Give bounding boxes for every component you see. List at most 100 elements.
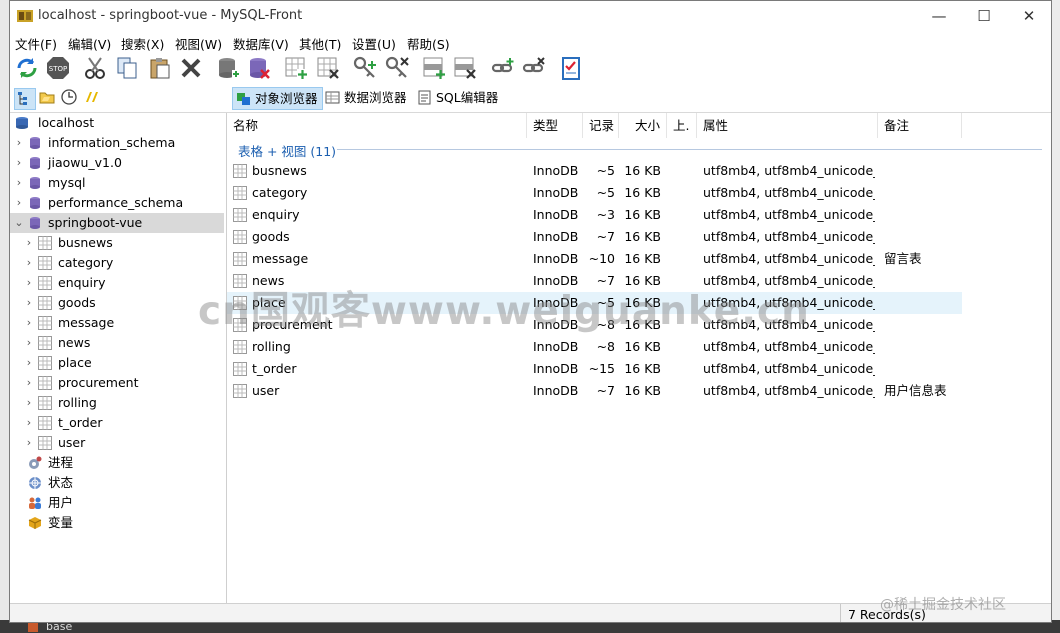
column-size[interactable]: 大小 <box>619 113 667 138</box>
menu-item-3[interactable]: 视图(W) <box>175 34 222 53</box>
tab-object-browser[interactable]: 对象浏览器 <box>232 87 323 110</box>
column-type[interactable]: 类型 <box>527 113 583 138</box>
chevron-right-icon[interactable]: › <box>14 193 24 213</box>
group-header[interactable]: 表格 + 视图 (11) <box>238 141 336 160</box>
window-title: localhost - springboot-vue - MySQL-Front <box>38 8 303 23</box>
toolbar-button-add-link[interactable] <box>490 55 516 81</box>
chevron-down-icon[interactable]: ⌄ <box>14 213 24 233</box>
tree-item-table[interactable]: › procurement <box>10 373 224 393</box>
cell-records: ~15 <box>588 361 615 376</box>
chevron-right-icon[interactable]: › <box>24 253 34 273</box>
tree-item[interactable]: › mysql <box>10 173 224 193</box>
cell-records: ~7 <box>596 229 615 244</box>
chevron-right-icon[interactable]: › <box>24 273 34 293</box>
table-row[interactable]: message InnoDB ~10 16 KB utf8mb4, utf8mb4_un… <box>227 248 962 270</box>
object-list[interactable]: 名称 类型 记录 大小 上. 属性 备注 表格 + 视图 (11) busnew… <box>227 113 1051 603</box>
tree-item-table[interactable]: › message <box>10 313 224 333</box>
close-button[interactable]: ✕ <box>1006 1 1051 32</box>
table-row[interactable]: busnews InnoDB ~5 16 KB utf8mb4, utf8mb4_uni… <box>227 160 962 182</box>
menu-item-4[interactable]: 数据库(V) <box>233 34 289 53</box>
object-tree[interactable]: localhost › information_schema › jiaowu_v1.0… <box>10 113 227 603</box>
menu-item-0[interactable]: 文件(F) <box>15 34 57 53</box>
tree-item[interactable]: 状态 <box>10 473 224 493</box>
menu-item-7[interactable]: 帮助(S) <box>407 34 450 53</box>
toolbar-button-add-database[interactable] <box>215 55 241 81</box>
toolbar-button-drop-field[interactable] <box>452 55 478 81</box>
tree-item-table[interactable]: › user <box>10 433 224 453</box>
column-attributes[interactable]: 属性 <box>697 113 878 138</box>
chevron-right-icon[interactable]: › <box>24 313 34 333</box>
column-name[interactable]: 名称 <box>227 113 527 138</box>
tree-item[interactable]: › performance_schema <box>10 193 224 213</box>
menu-item-2[interactable]: 搜索(X) <box>121 34 164 53</box>
toolbar-button-stop[interactable]: STOP <box>45 55 71 81</box>
column-updated[interactable]: 上. <box>667 113 697 138</box>
tree-item[interactable]: 进程 <box>10 453 224 473</box>
table-row[interactable]: goods InnoDB ~7 16 KB utf8mb4, utf8mb4_unico… <box>227 226 962 248</box>
toolbar-button-delete[interactable] <box>178 55 204 81</box>
cell-type: InnoDB <box>533 361 579 376</box>
chevron-right-icon[interactable]: › <box>24 413 34 433</box>
menu-item-6[interactable]: 设置(U) <box>352 34 396 53</box>
minimize-button[interactable]: — <box>916 1 962 32</box>
table-row[interactable]: enquiry InnoDB ~3 16 KB utf8mb4, utf8mb4_uni… <box>227 204 962 226</box>
tree-item-table[interactable]: › rolling <box>10 393 224 413</box>
toolbar-button-refresh[interactable] <box>14 55 40 81</box>
close-icon: ✕ <box>1022 7 1036 25</box>
chevron-right-icon[interactable]: › <box>24 393 34 413</box>
toolbar-button-paste[interactable] <box>147 55 173 81</box>
toolbar-button-checklist[interactable] <box>558 55 584 81</box>
title-bar[interactable]: localhost - springboot-vue - MySQL-Front… <box>10 1 1051 32</box>
menu-item-1[interactable]: 编辑(V) <box>68 34 111 53</box>
cell-type: InnoDB <box>533 251 579 266</box>
tree-item[interactable]: 变量 <box>10 513 224 533</box>
tree-item-table[interactable]: › enquiry <box>10 273 224 293</box>
maximize-button[interactable]: ☐ <box>961 1 1007 32</box>
bookmarks-button[interactable] <box>38 88 58 108</box>
tree-item[interactable]: › jiaowu_v1.0 <box>10 153 224 173</box>
toolbar-button-copy[interactable] <box>114 55 140 81</box>
tree-item[interactable]: 用户 <box>10 493 224 513</box>
chevron-right-icon[interactable]: › <box>14 133 24 153</box>
toolbar-button-drop-database[interactable] <box>246 55 272 81</box>
tree-item-table[interactable]: › category <box>10 253 224 273</box>
tree-item-table[interactable]: › news <box>10 333 224 353</box>
table-row[interactable]: t_order InnoDB ~15 16 KB utf8mb4, utf8mb4_un… <box>227 358 962 380</box>
menu-item-5[interactable]: 其他(T) <box>299 34 341 53</box>
table-row[interactable]: category InnoDB ~5 16 KB utf8mb4, utf8mb4_un… <box>227 182 962 204</box>
history-button[interactable] <box>60 88 80 108</box>
chevron-right-icon[interactable]: › <box>24 433 34 453</box>
tree-item-table[interactable]: › busnews <box>10 233 224 253</box>
tree-item[interactable]: ⌄ springboot-vue <box>10 213 224 233</box>
object-browser-icon <box>237 93 250 105</box>
tree-item-table[interactable]: › t_order <box>10 413 224 433</box>
chevron-right-icon[interactable]: › <box>14 153 24 173</box>
tree-item-table[interactable]: › place <box>10 353 224 373</box>
toolbar-button-add-field[interactable] <box>421 55 447 81</box>
column-records[interactable]: 记录 <box>583 113 619 138</box>
toolbar-button-drop-key[interactable] <box>384 55 410 81</box>
toolbar-button-drop-table[interactable] <box>315 55 341 81</box>
table-row[interactable]: rolling InnoDB ~8 16 KB utf8mb4, utf8mb4_uni… <box>227 336 962 358</box>
table-row[interactable]: user InnoDB ~7 16 KB utf8mb4, utf8mb4_unicod… <box>227 380 962 402</box>
chevron-right-icon[interactable]: › <box>24 293 34 313</box>
toolbar-button-add-key[interactable] <box>352 55 378 81</box>
chevron-right-icon[interactable]: › <box>24 333 34 353</box>
jobs-button[interactable] <box>82 88 102 108</box>
toolbar-button-add-table[interactable] <box>283 55 309 81</box>
chevron-right-icon[interactable]: › <box>24 353 34 373</box>
tree-item-table[interactable]: › goods <box>10 293 224 313</box>
chevron-right-icon[interactable]: › <box>24 233 34 253</box>
table-icon <box>233 230 247 244</box>
toolbar-button-cut[interactable] <box>82 55 108 81</box>
tab-sql-editor[interactable]: SQL编辑器 <box>414 87 502 108</box>
toolbar-button-drop-link[interactable] <box>521 55 547 81</box>
chevron-right-icon[interactable]: › <box>24 373 34 393</box>
tree-item[interactable]: › information_schema <box>10 133 224 153</box>
tree-item-server[interactable]: localhost <box>10 113 224 133</box>
column-comment[interactable]: 备注 <box>878 113 962 138</box>
tab-label: SQL编辑器 <box>436 90 499 105</box>
chevron-right-icon[interactable]: › <box>14 173 24 193</box>
tab-data-browser[interactable]: 数据浏览器 <box>322 87 411 108</box>
tree-view-toggle[interactable] <box>14 88 36 110</box>
